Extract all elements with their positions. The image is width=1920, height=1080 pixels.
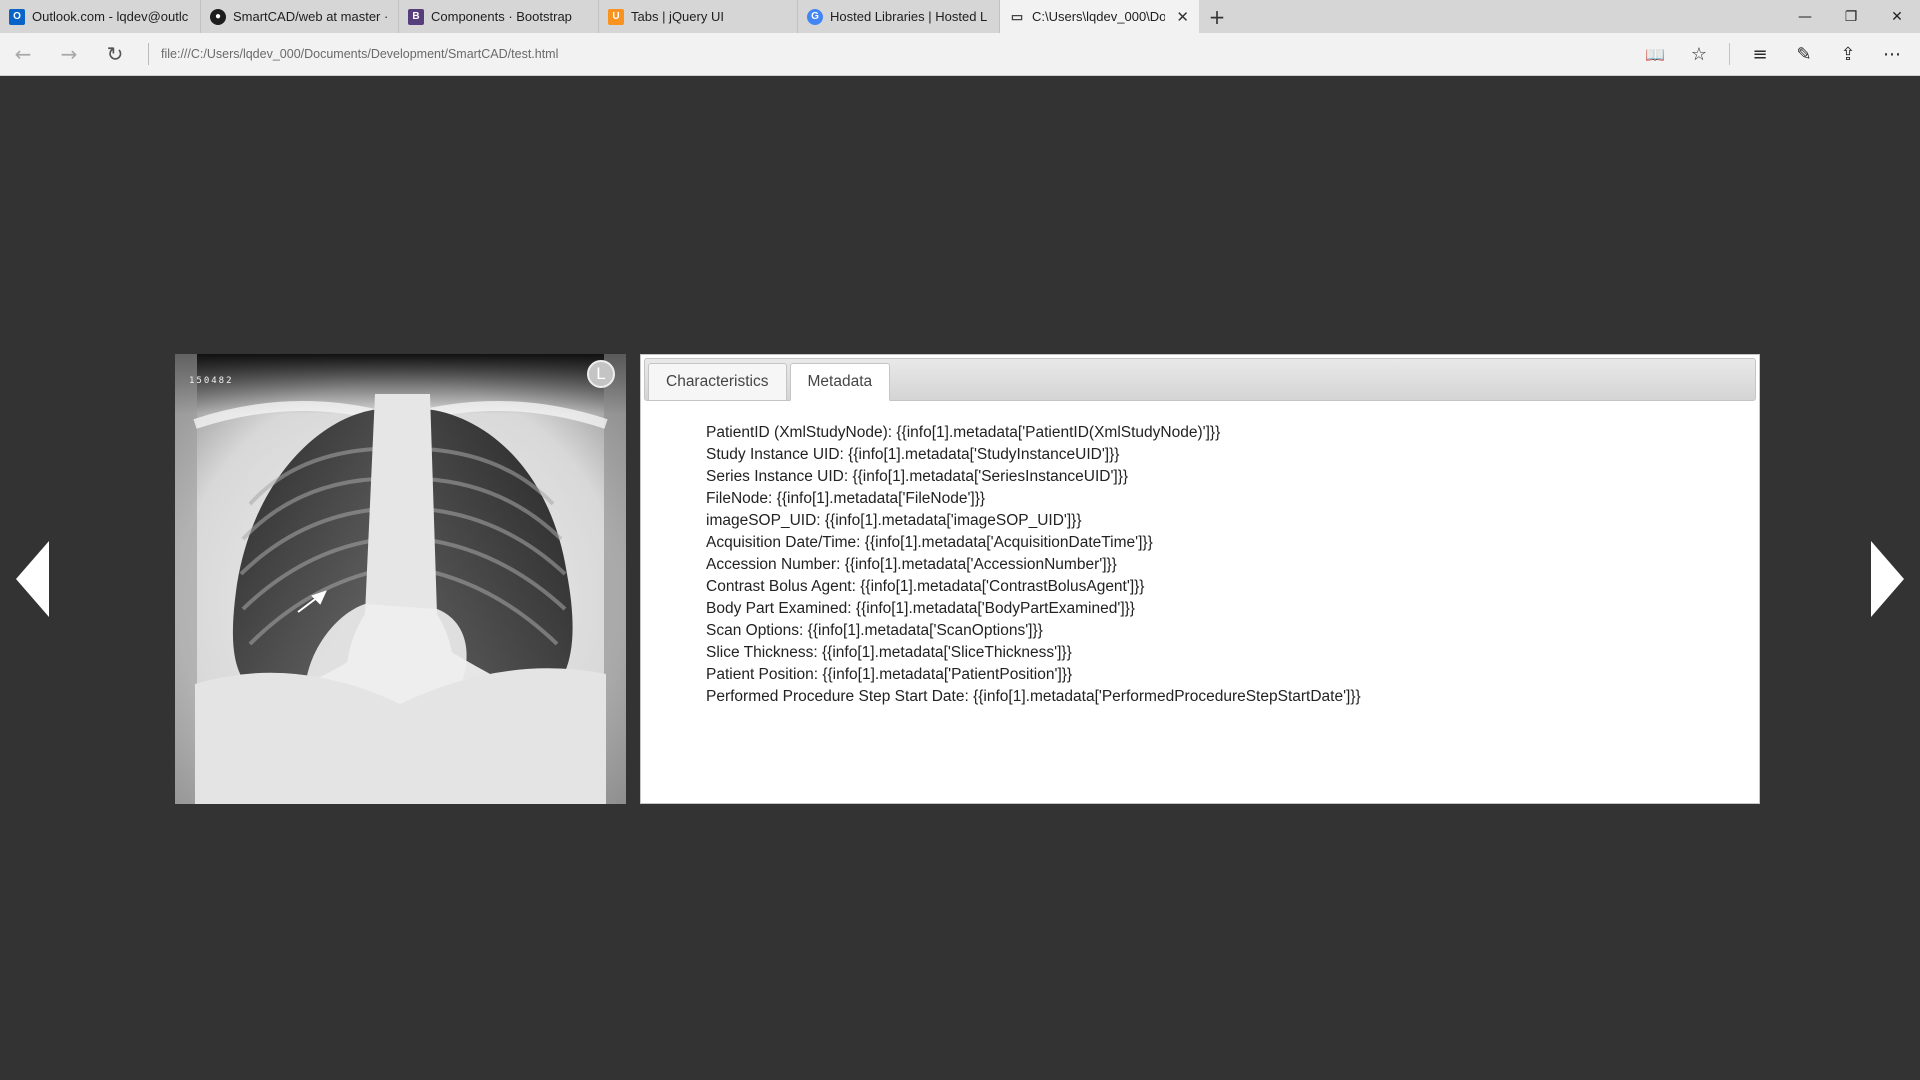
browser-tab-title: Outlook.com - lqdev@outlc: [32, 9, 189, 24]
metadata-list: PatientID (XmlStudyNode): {{info[1].meta…: [644, 401, 1756, 708]
back-button[interactable]: ←: [0, 33, 46, 76]
browser-toolbar: 📖 ☆ ≡ ✎ ⇪ ⋯: [1633, 33, 1914, 76]
metadata-item: Contrast Bolus Agent: {{info[1].metadata…: [706, 578, 1145, 595]
divider: [148, 43, 149, 65]
metadata-item: Performed Procedure Step Start Date: {{i…: [706, 688, 1361, 705]
browser-tab-bootstrap[interactable]: B Components · Bootstrap: [399, 0, 599, 33]
panel-tab-bar: Characteristics Metadata: [644, 358, 1756, 401]
next-slide-button[interactable]: [1871, 541, 1904, 617]
close-tab-icon[interactable]: ✕: [1172, 8, 1189, 26]
close-window-button[interactable]: ✕: [1874, 0, 1920, 33]
metadata-item: Study Instance UID: {{info[1].metadata['…: [706, 446, 1120, 463]
browser-tab-title: C:\Users\lqdev_000\Doc: [1032, 9, 1166, 24]
reading-view-button[interactable]: 📖: [1633, 33, 1677, 76]
metadata-item: Slice Thickness: {{info[1].metadata['Sli…: [706, 644, 1072, 661]
browser-tab-title: SmartCAD/web at master · l: [233, 9, 388, 24]
browser-tab-local-file[interactable]: ▭ C:\Users\lqdev_000\Doc ✕: [1000, 0, 1199, 33]
metadata-item: Scan Options: {{info[1].metadata['ScanOp…: [706, 622, 1043, 639]
metadata-item: PatientID (XmlStudyNode): {{info[1].meta…: [706, 424, 1221, 441]
refresh-button[interactable]: ↻: [92, 33, 138, 76]
hub-button[interactable]: ≡: [1738, 33, 1782, 76]
browser-tab-strip: O Outlook.com - lqdev@outlc ● SmartCAD/w…: [0, 0, 1920, 33]
jquery-ui-icon: U: [608, 8, 624, 25]
metadata-item: Acquisition Date/Time: {{info[1].metadat…: [706, 534, 1153, 551]
browser-tab-title: Components · Bootstrap: [431, 9, 572, 24]
share-button[interactable]: ⇪: [1826, 33, 1870, 76]
new-tab-button[interactable]: +: [1199, 0, 1235, 33]
browser-tab-outlook[interactable]: O Outlook.com - lqdev@outlc: [0, 0, 201, 33]
window-controls: — ❐ ✕: [1782, 0, 1920, 33]
address-bar[interactable]: file:///C:/Users/lqdev_000/Documents/Dev…: [161, 47, 1633, 61]
browser-tab-title: Tabs | jQuery UI: [631, 9, 724, 24]
tab-metadata[interactable]: Metadata: [789, 363, 891, 401]
metadata-item: FileNode: {{info[1].metadata['FileNode']…: [706, 490, 986, 507]
laterality-marker: L: [587, 360, 615, 388]
bootstrap-icon: B: [408, 8, 424, 25]
previous-slide-button[interactable]: [16, 541, 49, 617]
info-panel: Characteristics Metadata PatientID (XmlS…: [640, 354, 1760, 804]
github-icon: ●: [210, 8, 226, 25]
metadata-item: Accession Number: {{info[1].metadata['Ac…: [706, 556, 1117, 573]
more-button[interactable]: ⋯: [1870, 33, 1914, 76]
xray-id-label: 150482: [189, 376, 234, 386]
metadata-item: Series Instance UID: {{info[1].metadata[…: [706, 468, 1129, 485]
xray-illustration: [175, 354, 626, 804]
google-icon: G: [807, 8, 823, 25]
outlook-icon: O: [9, 8, 25, 25]
web-note-button[interactable]: ✎: [1782, 33, 1826, 76]
page-icon: ▭: [1010, 8, 1024, 24]
favorite-star-button[interactable]: ☆: [1677, 33, 1721, 76]
tab-characteristics[interactable]: Characteristics: [648, 363, 787, 400]
metadata-item: Body Part Examined: {{info[1].metadata['…: [706, 600, 1135, 617]
chest-xray-image: 150482 L: [175, 354, 626, 804]
browser-tab-title: Hosted Libraries | Hosted L: [830, 9, 988, 24]
browser-tab-github[interactable]: ● SmartCAD/web at master · l: [201, 0, 399, 33]
browser-tab-jquery-ui[interactable]: U Tabs | jQuery UI: [599, 0, 798, 33]
browser-tab-hosted-libraries[interactable]: G Hosted Libraries | Hosted L: [798, 0, 1000, 33]
divider: [1729, 43, 1730, 65]
metadata-item: Patient Position: {{info[1].metadata['Pa…: [706, 666, 1073, 683]
metadata-item: imageSOP_UID: {{info[1].metadata['imageS…: [706, 512, 1082, 529]
minimize-button[interactable]: —: [1782, 0, 1828, 33]
restore-button[interactable]: ❐: [1828, 0, 1874, 33]
browser-nav-bar: ← → ↻ file:///C:/Users/lqdev_000/Documen…: [0, 33, 1920, 76]
forward-button[interactable]: →: [46, 33, 92, 76]
